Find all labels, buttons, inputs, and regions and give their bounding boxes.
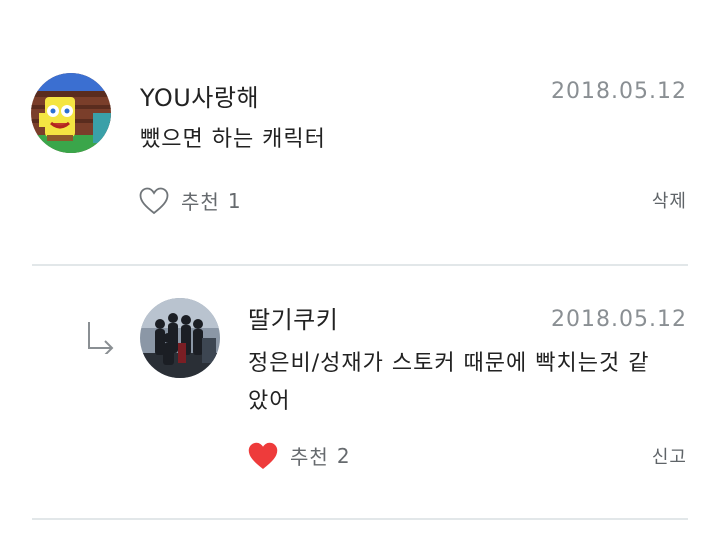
like-label: 추천 xyxy=(181,190,220,214)
like-count: 2 xyxy=(336,443,350,468)
report-button[interactable]: 신고 xyxy=(652,443,687,469)
like-button[interactable]: 추천 2 xyxy=(248,441,350,470)
comment-author[interactable]: YOU사랑해 xyxy=(140,78,259,113)
avatar[interactable] xyxy=(140,298,220,378)
delete-button[interactable]: 삭제 xyxy=(652,187,687,213)
divider xyxy=(32,264,688,266)
comment-list: YOU사랑해 2018.05.12 뺐으면 하는 캐릭터 추천 1 삭제 딸기쿠… xyxy=(0,0,720,540)
comment-date: 2018.05.12 xyxy=(551,307,687,332)
reply-arrow-icon xyxy=(86,320,116,358)
divider xyxy=(32,518,688,520)
spongebob-avatar-icon xyxy=(31,73,111,153)
comment-text: 뺐으면 하는 캐릭터 xyxy=(140,127,326,152)
like-label: 추천 xyxy=(290,445,329,469)
like-button[interactable]: 추천 1 xyxy=(139,186,241,215)
group-photo-avatar-icon xyxy=(140,298,220,378)
comment-author[interactable]: 딸기쿠키 xyxy=(248,300,338,335)
avatar[interactable] xyxy=(31,73,111,153)
comment-date: 2018.05.12 xyxy=(551,79,687,104)
heart-outline-icon xyxy=(139,187,169,214)
heart-filled-icon xyxy=(248,442,278,469)
like-count: 1 xyxy=(227,188,241,213)
comment-text: 정은비/성재가 스토커 때문에 빡치는것 같았어 xyxy=(248,351,650,414)
